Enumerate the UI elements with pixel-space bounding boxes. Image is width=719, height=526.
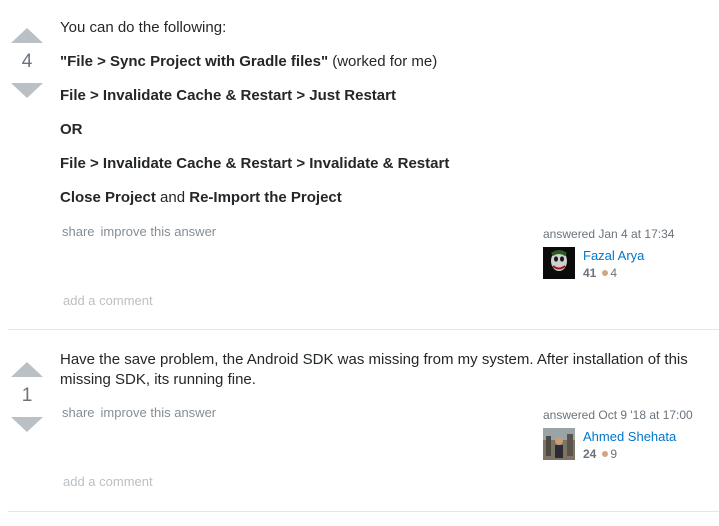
user-name-link[interactable]: Ahmed Shehata <box>583 429 676 444</box>
user-reputation: 41 4 <box>583 266 617 280</box>
answered-timestamp: answered Jan 4 at 17:34 <box>543 227 675 241</box>
reputation-score: 24 <box>583 447 597 461</box>
upvote-arrow-icon[interactable] <box>11 362 43 377</box>
answer-divider <box>8 511 719 512</box>
share-link[interactable]: share <box>62 224 95 239</box>
bold-text: File > Invalidate Cache & Restart > Inva… <box>60 155 450 172</box>
text-span: You can do the following: <box>60 19 227 36</box>
improve-answer-link[interactable]: improve this answer <box>101 405 217 420</box>
answer-paragraph: "File > Sync Project with Gradle files" … <box>60 52 710 72</box>
bronze-badge-icon <box>602 451 609 458</box>
vote-count: 4 <box>21 51 33 72</box>
answer: 4 You can do the following: "File > Sync… <box>0 0 719 330</box>
user-signature: answered Jan 4 at 17:34 <box>543 227 674 241</box>
bold-text: File > Invalidate Cache & Restart > Just… <box>60 87 396 104</box>
answer-paragraph: Have the save problem, the Android SDK w… <box>60 350 700 390</box>
bronze-badge-count: 9 <box>610 447 618 461</box>
avatar[interactable] <box>543 428 575 460</box>
vote-cell: 1 <box>8 362 46 432</box>
post-menu: share improve this answer <box>62 405 216 420</box>
answered-timestamp: answered Oct 9 '18 at 17:00 <box>543 408 693 422</box>
answer-paragraph: OR <box>60 120 710 140</box>
bold-text: Re-Import the Project <box>189 189 342 206</box>
user-reputation: 24 9 <box>583 447 617 461</box>
text-span: and <box>155 189 190 206</box>
post-menu: share improve this answer <box>62 224 216 239</box>
answer: 1 Have the save problem, the Android SDK… <box>0 330 719 514</box>
text-span: Have the save problem, the Android SDK w… <box>60 351 688 388</box>
text-span: (worked for me) <box>328 53 438 70</box>
user-name-link[interactable]: Fazal Arya <box>583 248 644 263</box>
improve-answer-link[interactable]: improve this answer <box>101 224 217 239</box>
vote-cell: 4 <box>8 28 46 98</box>
share-link[interactable]: share <box>62 405 95 420</box>
reputation-score: 41 <box>583 266 597 280</box>
answer-body: You can do the following: "File > Sync P… <box>60 18 710 208</box>
bronze-badge-count: 4 <box>610 266 618 280</box>
add-comment-link[interactable]: add a comment <box>63 293 153 308</box>
answer-paragraph: File > Invalidate Cache & Restart > Inva… <box>60 154 710 174</box>
add-comment-link[interactable]: add a comment <box>63 474 153 489</box>
answer-paragraph: You can do the following: <box>60 18 710 38</box>
answer-paragraph: Close Project and Re-Import the Project <box>60 188 710 208</box>
answer-body: Have the save problem, the Android SDK w… <box>60 350 700 390</box>
bold-text: OR <box>60 121 83 138</box>
bronze-badge-icon <box>602 270 609 277</box>
vote-count: 1 <box>21 385 33 406</box>
downvote-arrow-icon[interactable] <box>11 417 43 432</box>
upvote-arrow-icon[interactable] <box>11 28 43 43</box>
downvote-arrow-icon[interactable] <box>11 83 43 98</box>
bold-text: "File > Sync Project with Gradle files" <box>60 53 329 70</box>
answer-paragraph: File > Invalidate Cache & Restart > Just… <box>60 86 710 106</box>
user-signature: answered Oct 9 '18 at 17:00 <box>543 408 693 422</box>
avatar[interactable] <box>543 247 575 279</box>
bold-text: Close Project <box>60 189 156 206</box>
